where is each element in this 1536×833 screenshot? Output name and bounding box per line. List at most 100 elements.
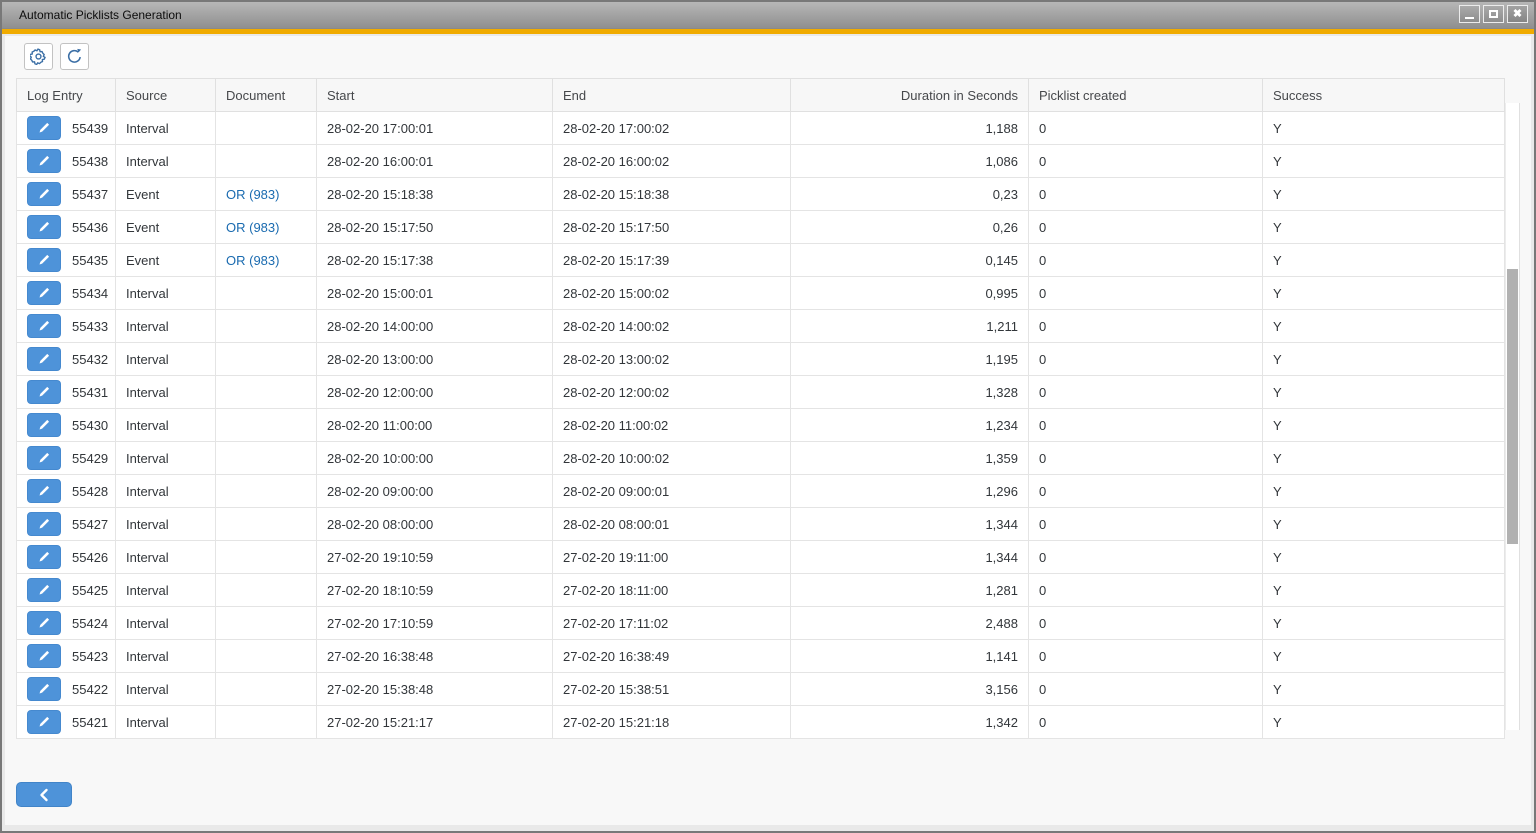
edit-row-button[interactable] bbox=[27, 611, 61, 635]
source-cell: Interval bbox=[116, 409, 216, 442]
edit-row-button[interactable] bbox=[27, 248, 61, 272]
pencil-icon bbox=[37, 583, 51, 597]
pencil-icon bbox=[37, 352, 51, 366]
edit-row-button[interactable] bbox=[27, 281, 61, 305]
picklist-created-cell: 0 bbox=[1029, 145, 1263, 178]
edit-row-button[interactable] bbox=[27, 479, 61, 503]
close-button[interactable]: ✖ bbox=[1507, 5, 1528, 23]
duration-cell: 0,23 bbox=[791, 178, 1029, 211]
pencil-icon bbox=[37, 286, 51, 300]
settings-button[interactable] bbox=[24, 43, 53, 70]
log-table: Log Entry Source Document Start End Dura… bbox=[16, 78, 1505, 739]
start-cell: 28-02-20 15:18:38 bbox=[317, 178, 553, 211]
start-cell: 27-02-20 16:38:48 bbox=[317, 640, 553, 673]
pencil-icon bbox=[37, 517, 51, 531]
log-entry-number: 55434 bbox=[72, 286, 108, 301]
duration-cell: 1,359 bbox=[791, 442, 1029, 475]
success-cell: Y bbox=[1263, 508, 1505, 541]
pencil-icon bbox=[37, 418, 51, 432]
success-cell: Y bbox=[1263, 640, 1505, 673]
edit-row-button[interactable] bbox=[27, 116, 61, 140]
success-cell: Y bbox=[1263, 376, 1505, 409]
source-cell: Interval bbox=[116, 343, 216, 376]
edit-row-button[interactable] bbox=[27, 380, 61, 404]
success-cell: Y bbox=[1263, 244, 1505, 277]
table-row: 55430 Interval 28-02-20 11:00:00 28-02-2… bbox=[17, 409, 1505, 442]
source-cell: Event bbox=[116, 244, 216, 277]
edit-row-button[interactable] bbox=[27, 149, 61, 173]
content-area: Log Entry Source Document Start End Dura… bbox=[5, 36, 1531, 825]
source-cell: Interval bbox=[116, 376, 216, 409]
success-cell: Y bbox=[1263, 343, 1505, 376]
refresh-button[interactable] bbox=[60, 43, 89, 70]
picklist-created-cell: 0 bbox=[1029, 277, 1263, 310]
start-cell: 28-02-20 15:00:01 bbox=[317, 277, 553, 310]
duration-cell: 1,086 bbox=[791, 145, 1029, 178]
table-row: 55425 Interval 27-02-20 18:10:59 27-02-2… bbox=[17, 574, 1505, 607]
log-entry-number: 55435 bbox=[72, 253, 108, 268]
start-cell: 28-02-20 17:00:01 bbox=[317, 112, 553, 145]
edit-row-button[interactable] bbox=[27, 182, 61, 206]
table-row: 55435 Event OR (983) 28-02-20 15:17:38 2… bbox=[17, 244, 1505, 277]
pencil-icon bbox=[37, 451, 51, 465]
picklist-created-cell: 0 bbox=[1029, 112, 1263, 145]
end-cell: 27-02-20 15:38:51 bbox=[553, 673, 791, 706]
duration-cell: 0,26 bbox=[791, 211, 1029, 244]
chevron-left-icon bbox=[38, 788, 50, 802]
minimize-button[interactable] bbox=[1459, 5, 1480, 23]
document-link[interactable]: OR (983) bbox=[226, 220, 279, 235]
scrollbar-thumb[interactable] bbox=[1507, 269, 1518, 544]
picklist-created-cell: 0 bbox=[1029, 673, 1263, 706]
vertical-scrollbar[interactable] bbox=[1505, 103, 1520, 730]
back-button[interactable] bbox=[16, 782, 72, 807]
edit-row-button[interactable] bbox=[27, 677, 61, 701]
pencil-icon bbox=[37, 154, 51, 168]
edit-row-button[interactable] bbox=[27, 347, 61, 371]
log-entry-number: 55436 bbox=[72, 220, 108, 235]
table-row: 55426 Interval 27-02-20 19:10:59 27-02-2… bbox=[17, 541, 1505, 574]
title-bar: Automatic Picklists Generation ✖ bbox=[2, 2, 1534, 29]
start-cell: 27-02-20 18:10:59 bbox=[317, 574, 553, 607]
success-cell: Y bbox=[1263, 178, 1505, 211]
edit-row-button[interactable] bbox=[27, 578, 61, 602]
edit-row-button[interactable] bbox=[27, 314, 61, 338]
document-link[interactable]: OR (983) bbox=[226, 187, 279, 202]
pencil-icon bbox=[37, 121, 51, 135]
duration-cell: 1,281 bbox=[791, 574, 1029, 607]
log-entry-number: 55438 bbox=[72, 154, 108, 169]
edit-row-button[interactable] bbox=[27, 545, 61, 569]
log-table-body: 55439 Interval 28-02-20 17:00:01 28-02-2… bbox=[17, 112, 1505, 739]
source-cell: Interval bbox=[116, 574, 216, 607]
table-row: 55432 Interval 28-02-20 13:00:00 28-02-2… bbox=[17, 343, 1505, 376]
log-entry-number: 55426 bbox=[72, 550, 108, 565]
start-cell: 28-02-20 12:00:00 bbox=[317, 376, 553, 409]
end-cell: 28-02-20 09:00:01 bbox=[553, 475, 791, 508]
edit-row-button[interactable] bbox=[27, 413, 61, 437]
source-cell: Interval bbox=[116, 508, 216, 541]
duration-cell: 0,995 bbox=[791, 277, 1029, 310]
table-row: 55437 Event OR (983) 28-02-20 15:18:38 2… bbox=[17, 178, 1505, 211]
edit-row-button[interactable] bbox=[27, 215, 61, 239]
edit-row-button[interactable] bbox=[27, 710, 61, 734]
success-cell: Y bbox=[1263, 211, 1505, 244]
end-cell: 28-02-20 15:17:50 bbox=[553, 211, 791, 244]
start-cell: 28-02-20 10:00:00 bbox=[317, 442, 553, 475]
start-cell: 27-02-20 19:10:59 bbox=[317, 541, 553, 574]
column-header-success: Success bbox=[1263, 79, 1505, 112]
duration-cell: 1,188 bbox=[791, 112, 1029, 145]
start-cell: 27-02-20 15:21:17 bbox=[317, 706, 553, 739]
document-link[interactable]: OR (983) bbox=[226, 253, 279, 268]
source-cell: Event bbox=[116, 178, 216, 211]
end-cell: 27-02-20 18:11:00 bbox=[553, 574, 791, 607]
edit-row-button[interactable] bbox=[27, 512, 61, 536]
duration-cell: 0,145 bbox=[791, 244, 1029, 277]
pencil-icon bbox=[37, 385, 51, 399]
duration-cell: 1,211 bbox=[791, 310, 1029, 343]
maximize-button[interactable] bbox=[1483, 5, 1504, 23]
success-cell: Y bbox=[1263, 409, 1505, 442]
duration-cell: 1,234 bbox=[791, 409, 1029, 442]
end-cell: 28-02-20 13:00:02 bbox=[553, 343, 791, 376]
edit-row-button[interactable] bbox=[27, 446, 61, 470]
edit-row-button[interactable] bbox=[27, 644, 61, 668]
pencil-icon bbox=[37, 715, 51, 729]
